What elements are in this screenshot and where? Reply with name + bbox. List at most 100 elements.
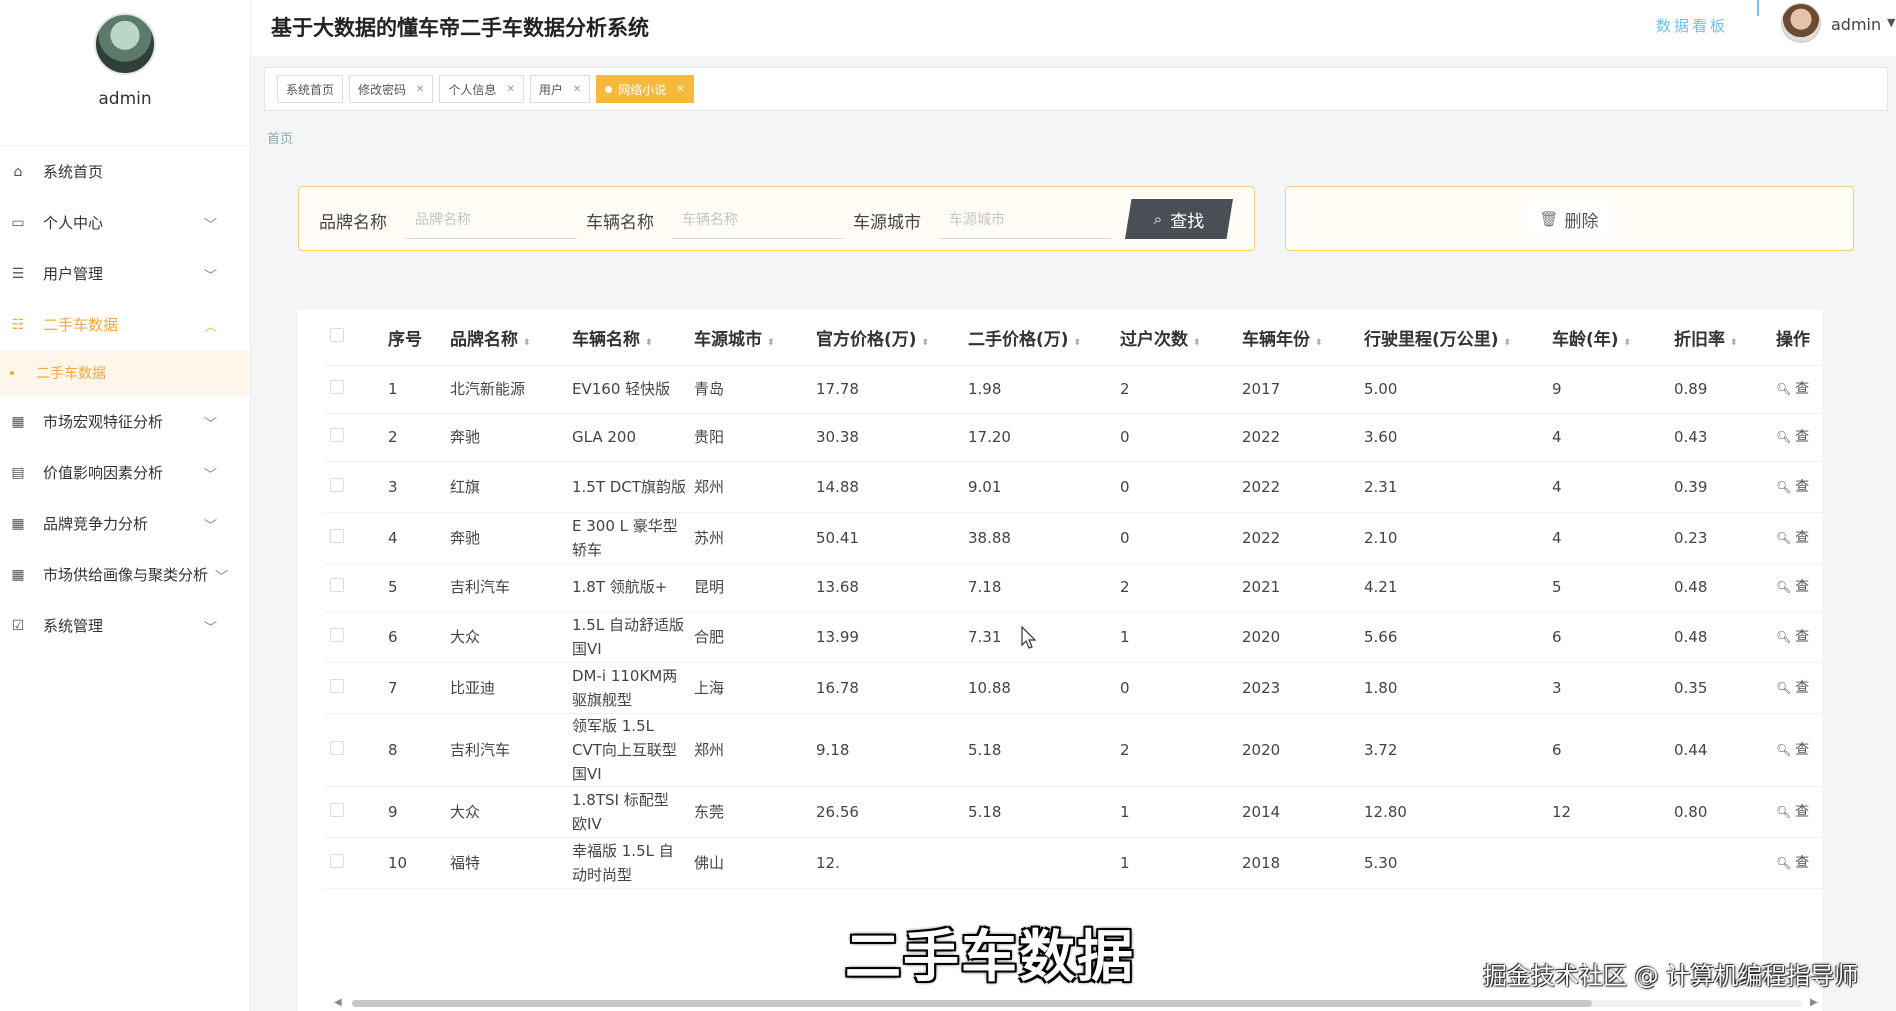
user-menu[interactable]: admin [1831, 15, 1881, 34]
table-cell: 10 [384, 837, 446, 889]
column-header[interactable]: 官方价格(万) ⬍ [812, 310, 964, 366]
sort-icon[interactable]: ⬍ [1193, 338, 1201, 348]
table-row[interactable]: 7 比亚迪 DM-i 110KM两驱旗舰型 上海 16.78 10.88 0 2023 1.80… [326, 662, 1822, 714]
row-checkbox[interactable] [330, 477, 344, 492]
scroll-left-icon[interactable]: ◀ [334, 997, 342, 1008]
sidebar-item-supply-clustering[interactable]: ▦ 市场供给画像与聚类分析 ﹀ [0, 549, 250, 600]
table-row[interactable]: 3 红旗 1.5T DCT旗韵版 郑州 14.88 9.01 0 2022 2.31 4 0.39 🔍… [326, 461, 1822, 513]
row-checkbox[interactable] [330, 528, 344, 543]
search-icon: 🔍︎ [1776, 804, 1796, 819]
sidebar-item-market-macro[interactable]: ▦ 市场宏观特征分析 ﹀ [0, 396, 250, 447]
table-row[interactable]: 6 大众 1.5L 自动舒适版 国VI 合肥 13.99 7.31 1 2020 5.66 6 0.… [326, 611, 1822, 663]
view-action[interactable]: 🔍︎ 查 [1772, 713, 1822, 787]
tab-user[interactable]: 用户 ✕ [529, 75, 591, 103]
sidebar-item-personal-center[interactable]: ▭ 个人中心 ﹀ [0, 197, 250, 248]
view-action[interactable]: 🔍︎ 查 [1772, 662, 1822, 714]
dashboard-link[interactable]: 数据看板 [1656, 15, 1728, 36]
row-checkbox[interactable] [330, 853, 344, 868]
row-checkbox[interactable] [330, 380, 344, 394]
table-row[interactable]: 4 奔驰 E 300 L 豪华型 轿车 苏州 50.41 38.88 0 2022 2.10 4 0… [326, 512, 1822, 564]
view-action[interactable]: 🔍︎ 查 [1772, 611, 1822, 663]
view-action[interactable]: 🔍︎ 查 [1772, 461, 1822, 513]
sort-icon[interactable]: ⬍ [1730, 338, 1738, 348]
tab-personal-info[interactable]: 个人信息 ✕ [439, 75, 524, 103]
close-icon[interactable]: ✕ [416, 84, 424, 95]
sort-icon[interactable]: ⬍ [767, 338, 775, 348]
select-all-checkbox[interactable] [330, 328, 344, 343]
table-row[interactable]: 2 奔驰 GLA 200 贵阳 30.38 17.20 0 2022 3.60 4 0.43 🔍︎ 查 [326, 413, 1822, 462]
view-action[interactable]: 🔍︎ 查 [1772, 837, 1822, 889]
sidebar-item-used-car-data[interactable]: ☷ 二手车数据 ︿ [0, 299, 250, 350]
close-icon[interactable]: ✕ [676, 84, 684, 95]
row-checkbox[interactable] [330, 627, 344, 642]
delete-button[interactable]: 🗑 删除 [1524, 201, 1614, 237]
column-header[interactable]: 二手价格(万) ⬍ [964, 310, 1116, 366]
column-header[interactable]: 车源城市 ⬍ [690, 310, 812, 366]
sort-icon[interactable]: ⬍ [1074, 338, 1082, 348]
row-checkbox[interactable] [330, 678, 344, 693]
tab-label: 网络小说 [618, 82, 667, 97]
table-cell: 0.80 [1670, 786, 1772, 838]
row-select-cell [326, 611, 384, 663]
sort-icon[interactable]: ⬍ [1624, 338, 1632, 348]
row-checkbox[interactable] [330, 428, 344, 442]
table-cell: 幸福版 1.5L 自动时尚型 [568, 837, 690, 889]
sort-icon[interactable]: ⬍ [1504, 338, 1512, 348]
mouse-cursor-icon [1021, 626, 1037, 649]
table-cell: 12. [812, 837, 964, 889]
sort-icon[interactable]: ⬍ [922, 338, 930, 348]
view-action[interactable]: 🔍︎ 查 [1772, 413, 1822, 462]
tab-change-password[interactable]: 修改密码 ✕ [349, 75, 434, 103]
row-select-cell [326, 365, 384, 414]
breadcrumb[interactable]: 首页 [267, 128, 293, 147]
table-cell: 2020 [1238, 713, 1360, 787]
sidebar-item-system-management[interactable]: ☑ 系统管理 ﹀ [0, 600, 250, 651]
sidebar-item-user-management[interactable]: ☰ 用户管理 ﹀ [0, 248, 250, 299]
view-action[interactable]: 🔍︎ 查 [1772, 512, 1822, 564]
table-row[interactable]: 5 吉利汽车 1.8T 领航版+ 昆明 13.68 7.18 2 2021 4.21 5 0.48 🔍… [326, 563, 1822, 612]
column-header[interactable]: 过户次数 ⬍ [1116, 310, 1238, 366]
column-header[interactable]: 车辆年份 ⬍ [1238, 310, 1360, 366]
table-row[interactable]: 9 大众 1.8TSI 标配型 欧IV 东莞 26.56 5.18 1 2014 12.80 12… [326, 786, 1822, 838]
sort-icon[interactable]: ⬍ [1315, 338, 1323, 348]
caret-down-icon[interactable]: ▼ [1887, 16, 1895, 29]
close-icon[interactable]: ✕ [506, 84, 514, 95]
table-row[interactable]: 10 福特 幸福版 1.5L 自动时尚型 佛山 12. 1 2018 5.30 🔍︎ 查 [326, 837, 1822, 889]
vehicle-search-input[interactable] [672, 200, 844, 239]
grid-icon: ▦ [11, 413, 25, 430]
column-header[interactable]: 车辆名称 ⬍ [568, 310, 690, 366]
table-cell [964, 837, 1116, 889]
view-action[interactable]: 🔍︎ 查 [1772, 786, 1822, 838]
column-header[interactable]: 车龄(年) ⬍ [1548, 310, 1670, 366]
row-checkbox[interactable] [330, 578, 344, 592]
tab-web-novel[interactable]: 网络小说 ✕ [596, 75, 694, 103]
table-row[interactable]: 1 北汽新能源 EV160 轻快版 青岛 17.78 1.98 2 2017 5.00 9 0.89… [326, 365, 1822, 414]
tab-home[interactable]: 系统首页 [277, 75, 344, 103]
sidebar-item-home[interactable]: ⌂ 系统首页 [0, 146, 250, 197]
table-cell: 0 [1116, 512, 1238, 564]
sidebar-item-value-factors[interactable]: ▤ 价值影响因素分析 ﹀ [0, 447, 250, 498]
scroll-right-icon[interactable]: ▶ [1810, 997, 1818, 1008]
row-checkbox[interactable] [330, 740, 344, 755]
brand-search-input[interactable] [405, 200, 577, 239]
view-action[interactable]: 🔍︎ 查 [1772, 365, 1822, 414]
sort-icon[interactable]: ⬍ [645, 338, 653, 348]
column-header[interactable]: 行驶里程(万公里) ⬍ [1360, 310, 1548, 366]
sort-icon[interactable]: ⬍ [523, 338, 531, 348]
column-header[interactable]: 折旧率 ⬍ [1670, 310, 1772, 366]
search-icon: ⌕ [1153, 210, 1163, 228]
row-checkbox[interactable] [330, 802, 344, 817]
scroll-thumb[interactable] [352, 1000, 1592, 1007]
column-header[interactable]: 品牌名称 ⬍ [446, 310, 568, 366]
user-avatar[interactable] [1781, 3, 1821, 43]
sidebar-item-brand-competitiveness[interactable]: ▦ 品牌竞争力分析 ﹀ [0, 498, 250, 549]
close-icon[interactable]: ✕ [573, 84, 581, 95]
search-button[interactable]: ⌕ 查找 [1125, 199, 1233, 239]
view-action[interactable]: 🔍︎ 查 [1772, 563, 1822, 612]
sidebar-subitem-used-car-data[interactable]: 二手车数据 [0, 350, 250, 396]
city-search-input[interactable] [939, 200, 1111, 239]
horizontal-scrollbar[interactable]: ◀ ▶ [334, 997, 1822, 1008]
table-row[interactable]: 8 吉利汽车 领军版 1.5L CVT向上互联型 国VI 郑州 9.18 5.18 2 202… [326, 713, 1822, 787]
avatar[interactable] [94, 13, 156, 75]
table-cell: 0 [1116, 461, 1238, 513]
